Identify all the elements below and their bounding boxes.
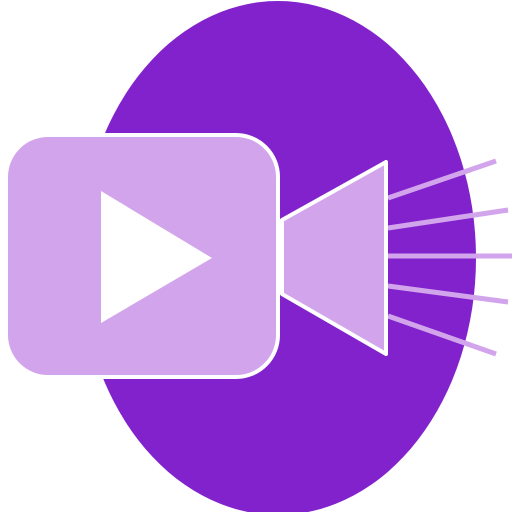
video-camera-icon	[4, 1, 512, 512]
app-icon	[0, 0, 512, 512]
